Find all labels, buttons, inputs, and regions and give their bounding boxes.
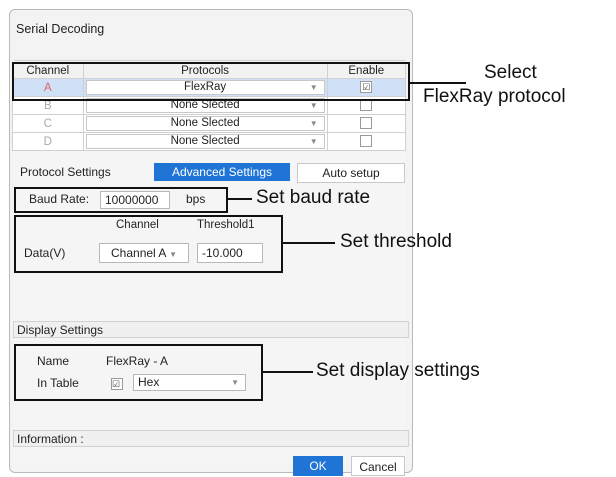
callout-line-baud (226, 198, 252, 200)
protocol-select[interactable]: None Slected ▼ (85, 134, 325, 149)
protocol-cell: None Slected ▼ (82, 132, 328, 151)
enable-checkbox[interactable] (360, 99, 373, 112)
callout-select-line1: Select (484, 62, 537, 83)
enable-cell (326, 132, 407, 151)
threshold-highlight-box (14, 215, 283, 273)
table-row[interactable]: C None Slected ▼ (12, 114, 407, 133)
callout-line-protocol (408, 82, 466, 84)
cancel-button[interactable]: Cancel (351, 456, 405, 476)
display-highlight-box (14, 344, 263, 401)
tab-protocol-settings[interactable]: Protocol Settings (20, 165, 111, 179)
protocol-select[interactable]: None Slected ▼ (85, 116, 325, 131)
chevron-down-icon: ▼ (309, 137, 318, 146)
display-settings-section: Display Settings (13, 321, 409, 338)
settings-tab-bar: Protocol Settings Advanced Settings Auto… (13, 163, 409, 183)
tab-advanced-settings[interactable]: Advanced Settings (154, 163, 290, 181)
table-row[interactable]: D None Slected ▼ (12, 132, 407, 151)
auto-setup-button[interactable]: Auto setup (297, 163, 405, 183)
enable-cell (326, 114, 407, 133)
channel-cell: C (12, 114, 84, 133)
callout-line-threshold (281, 242, 335, 244)
callout-baud: Set baud rate (256, 187, 371, 208)
callout-threshold: Set threshold (340, 231, 452, 252)
dialog-title: Serial Decoding (16, 22, 105, 36)
protocol-cell: None Slected ▼ (82, 114, 328, 133)
enable-checkbox[interactable] (360, 117, 373, 130)
callout-select-line2: FlexRay protocol (423, 86, 566, 107)
callout-line-display (261, 371, 313, 373)
information-section: Information : (13, 430, 409, 447)
enable-checkbox[interactable] (360, 135, 373, 148)
protocol-select-value: None Slected (170, 135, 240, 147)
protocol-select-value: None Slected (170, 117, 240, 129)
callout-display: Set display settings (316, 360, 480, 381)
protocol-highlight-box (12, 62, 410, 101)
baud-highlight-box (14, 187, 228, 213)
chevron-down-icon: ▼ (309, 119, 318, 128)
ok-button[interactable]: OK (293, 456, 343, 476)
channel-cell: D (12, 132, 84, 151)
